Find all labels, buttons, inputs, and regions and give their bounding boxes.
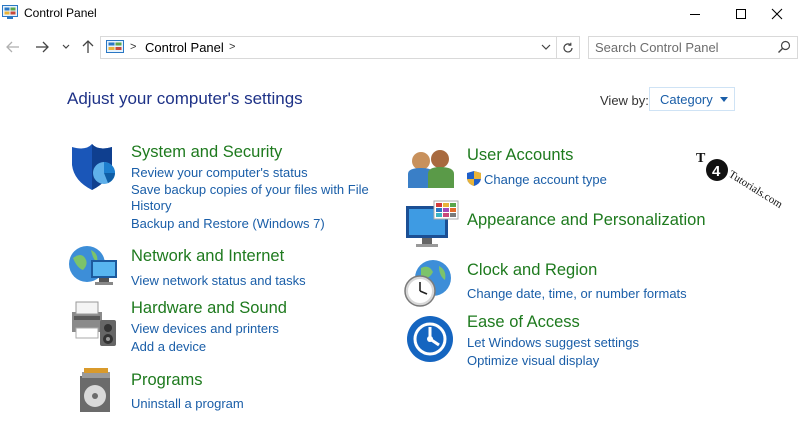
chevron-down-icon — [62, 44, 70, 49]
close-button[interactable] — [754, 0, 800, 28]
view-by-value: Category — [660, 92, 713, 107]
page-title: Adjust your computer's settings — [67, 89, 303, 108]
view-by-dropdown[interactable]: Category — [649, 87, 735, 111]
watermark-text: Tutorials.com — [726, 168, 784, 211]
up-arrow-icon — [82, 40, 94, 53]
maximize-icon — [736, 9, 746, 19]
breadcrumb-control-panel[interactable]: Control Panel — [145, 40, 224, 55]
appearance-title[interactable]: Appearance and Personalization — [467, 211, 706, 230]
breadcrumb-separator: > — [130, 41, 137, 53]
t4tutorials-watermark-logo: T 4 Tutorials.com — [696, 151, 785, 211]
user-accounts-title[interactable]: User Accounts — [467, 146, 573, 165]
hardware-sound-title[interactable]: Hardware and Sound — [131, 299, 287, 318]
clock-globe-icon — [404, 260, 451, 307]
appearance-icon — [406, 200, 459, 247]
change-account-type-link[interactable]: Change account type — [484, 172, 607, 187]
back-button[interactable] — [2, 36, 24, 58]
clock-region-title[interactable]: Clock and Region — [467, 261, 597, 280]
search-icon[interactable] — [777, 40, 791, 54]
search-box[interactable] — [588, 36, 798, 59]
breadcrumb-separator[interactable]: > — [229, 41, 235, 53]
address-dropdown-button[interactable] — [538, 38, 554, 56]
file-history-link-cont[interactable]: History — [131, 198, 171, 213]
printer-icon — [72, 301, 116, 346]
shield-icon — [72, 144, 115, 190]
uninstall-program-link[interactable]: Uninstall a program — [131, 396, 244, 411]
watermark-t: T — [696, 151, 706, 166]
file-history-link[interactable]: Save backup copies of your files with Fi… — [131, 182, 369, 197]
ease-of-access-title[interactable]: Ease of Access — [467, 313, 580, 332]
ease-of-access-icon — [407, 316, 453, 362]
system-security-title[interactable]: System and Security — [131, 143, 282, 162]
minimize-icon — [690, 14, 700, 15]
title-bar: Control Panel — [0, 0, 800, 28]
user-accounts-icon — [408, 150, 454, 188]
add-device-link[interactable]: Add a device — [131, 339, 206, 354]
windows-suggest-link[interactable]: Let Windows suggest settings — [467, 335, 639, 350]
forward-button[interactable] — [31, 36, 53, 58]
address-bar[interactable]: > Control Panel > — [100, 36, 580, 59]
close-icon — [771, 8, 783, 20]
backup-restore-link[interactable]: Backup and Restore (Windows 7) — [131, 216, 325, 231]
change-date-formats-link[interactable]: Change date, time, or number formats — [467, 286, 687, 301]
caret-down-icon — [720, 97, 728, 102]
uac-shield-icon — [467, 171, 481, 186]
window-title: Control Panel — [24, 6, 97, 20]
refresh-icon — [562, 42, 573, 52]
search-input[interactable] — [595, 38, 765, 57]
view-by-label: View by: — [600, 93, 649, 108]
network-globe-icon — [69, 246, 117, 285]
optimize-display-link[interactable]: Optimize visual display — [467, 353, 599, 368]
network-internet-title[interactable]: Network and Internet — [131, 247, 284, 266]
chevron-down-icon — [541, 44, 551, 50]
programs-icon — [80, 368, 110, 412]
devices-printers-link[interactable]: View devices and printers — [131, 321, 279, 336]
watermark-digit: 4 — [712, 163, 721, 180]
forward-arrow-icon — [36, 41, 49, 53]
programs-title[interactable]: Programs — [131, 371, 203, 390]
control-panel-icon — [2, 5, 18, 19]
recent-locations-button[interactable] — [58, 36, 74, 58]
review-status-link[interactable]: Review your computer's status — [131, 165, 308, 180]
network-status-link[interactable]: View network status and tasks — [131, 273, 306, 288]
minimize-button[interactable] — [672, 0, 718, 28]
refresh-button[interactable] — [556, 36, 578, 59]
back-arrow-icon — [6, 41, 19, 53]
control-panel-icon — [106, 40, 124, 53]
up-button[interactable] — [77, 36, 99, 58]
